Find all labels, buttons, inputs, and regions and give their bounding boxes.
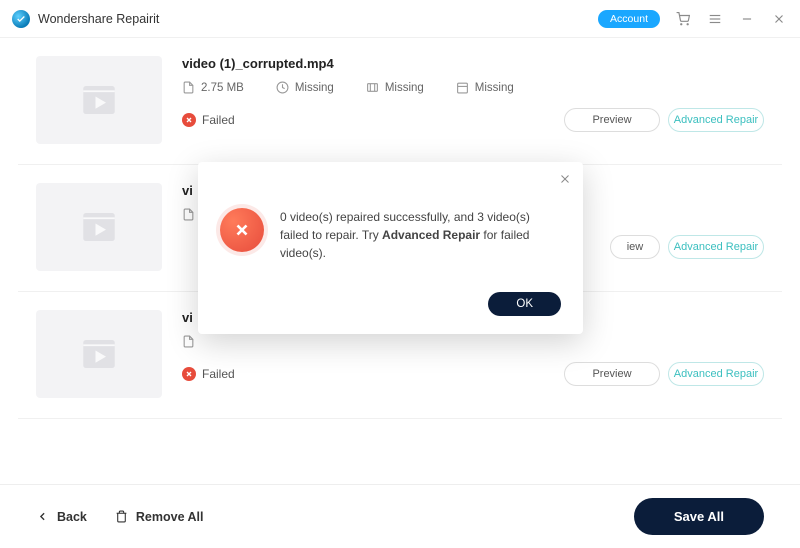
ok-button[interactable]: OK (488, 292, 561, 316)
date: Missing (475, 82, 514, 94)
filename: video (1)_corrupted.mp4 (182, 56, 764, 71)
status-text: Failed (202, 113, 235, 127)
file-icon (182, 208, 195, 221)
duration: Missing (295, 82, 334, 94)
resolution-icon (366, 81, 379, 94)
app-title: Wondershare Repairit (38, 12, 159, 26)
status-badge: Failed (182, 367, 235, 381)
resolution: Missing (385, 82, 424, 94)
file-icon (182, 81, 195, 94)
status-text: Failed (202, 367, 235, 381)
status-badge: Failed (182, 113, 235, 127)
item-stats (182, 335, 764, 348)
trash-icon (115, 510, 128, 523)
preview-button[interactable]: Preview (564, 362, 660, 386)
failed-icon (182, 113, 196, 127)
close-icon (559, 173, 571, 185)
cart-icon[interactable] (674, 10, 692, 28)
preview-button[interactable]: Preview (564, 108, 660, 132)
chevron-left-icon (36, 510, 49, 523)
close-icon[interactable] (770, 10, 788, 28)
item-meta: video (1)_corrupted.mp4 2.75 MB Missing … (182, 56, 764, 144)
account-button[interactable]: Account (598, 10, 660, 28)
main-window: Wondershare Repairit Account vide (0, 0, 800, 548)
remove-all-button[interactable]: Remove All (115, 510, 204, 524)
advanced-repair-button[interactable]: Advanced Repair (668, 108, 764, 132)
advanced-repair-button[interactable]: Advanced Repair (668, 362, 764, 386)
titlebar: Wondershare Repairit Account (0, 0, 800, 38)
failed-icon (182, 367, 196, 381)
back-button[interactable]: Back (36, 510, 87, 524)
advanced-repair-button[interactable]: Advanced Repair (668, 235, 764, 259)
remove-all-label: Remove All (136, 510, 204, 524)
video-thumbnail-icon (36, 310, 162, 398)
file-size: 2.75 MB (201, 82, 244, 94)
menu-icon[interactable] (706, 10, 724, 28)
dialog-close-button[interactable] (559, 172, 571, 190)
app-logo-icon (12, 10, 30, 28)
item-stats: 2.75 MB Missing Missing Missing (182, 81, 764, 94)
minimize-icon[interactable] (738, 10, 756, 28)
clock-icon (276, 81, 289, 94)
video-thumbnail-icon (36, 56, 162, 144)
dialog-message: 0 video(s) repaired successfully, and 3 … (280, 208, 561, 262)
titlebar-right: Account (598, 10, 788, 28)
video-thumbnail-icon (36, 183, 162, 271)
back-label: Back (57, 510, 87, 524)
calendar-icon (456, 81, 469, 94)
save-all-button[interactable]: Save All (634, 498, 764, 535)
file-icon (182, 335, 195, 348)
preview-button[interactable]: iew (610, 235, 660, 259)
footer: Back Remove All Save All (0, 484, 800, 548)
error-icon (220, 208, 264, 252)
result-dialog: 0 video(s) repaired successfully, and 3 … (198, 162, 583, 334)
list-item: video (1)_corrupted.mp4 2.75 MB Missing … (18, 38, 782, 165)
